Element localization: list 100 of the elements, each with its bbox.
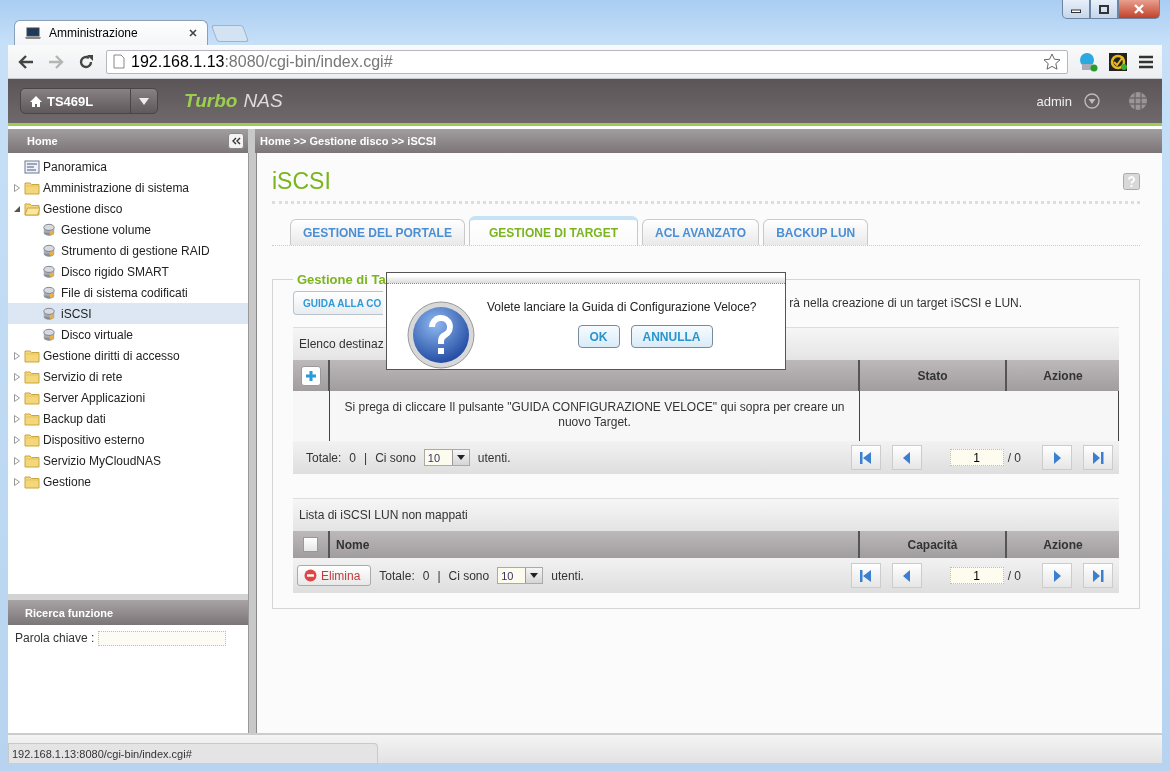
extension-icon[interactable] [1078,51,1098,72]
shield-check-icon[interactable] [1108,51,1128,72]
close-icon[interactable] [189,29,197,37]
breadcrumb: Home >> Gestione disco >> iSCSI [259,134,437,149]
sidebar-item[interactable]: Servizio di rete [8,366,248,387]
sidebar-item[interactable]: Disco rigido SMART [8,261,248,282]
sidebar-item[interactable]: iSCSI [8,303,248,324]
description-text: rà nella creazione di un target iSCSI e LUN. [789,296,1023,310]
next-page-icon [1051,568,1063,583]
expand-arrow-icon[interactable] [13,477,21,486]
expand-arrow-icon[interactable] [13,372,21,381]
unit-label: utenti. [477,450,511,465]
caret-icon [530,573,539,578]
expand-arrow-icon[interactable] [13,456,21,465]
next-page-button[interactable] [1042,445,1072,470]
sidebar-item[interactable]: Amministrazione di sistema [8,177,248,198]
sidebar-item[interactable]: Disco virtuale [8,324,248,345]
minimize-button[interactable] [1062,0,1090,19]
product-name: Turbo [184,90,238,112]
expand-arrow-icon[interactable] [13,435,21,444]
sidebar-item[interactable]: Dispositivo esterno [8,429,248,450]
expand-arrow-icon[interactable] [13,351,21,360]
disk-icon [41,264,57,279]
dropdown-circle-icon[interactable] [1084,93,1100,109]
folder-icon [24,369,40,384]
sidebar-item[interactable]: Gestione volume [8,219,248,240]
next-page-icon [1051,450,1063,465]
per-page-select[interactable]: 10 [497,567,544,584]
double-chevron-icon [231,137,241,145]
first-page-icon [859,568,872,583]
folder-icon [24,348,40,363]
back-button[interactable] [16,52,36,71]
table-title: Lista di iSCSI LUN non mappati [299,508,468,522]
disk-icon [41,306,57,321]
sidebar-item[interactable]: Panoramica [8,156,248,177]
collapse-arrow-icon[interactable] [13,204,21,213]
section-title: Gestione di Ta [296,272,387,287]
maximize-button[interactable] [1090,0,1118,19]
status-url: 192.168.1.13:8080/cgi-bin/index.cgi# [8,743,378,763]
column-header: Azione [1042,367,1084,385]
collapse-sidebar-button[interactable] [228,133,244,149]
folder-icon [24,180,40,195]
sidebar-item[interactable]: Server Applicazioni [8,387,248,408]
last-page-button[interactable] [1083,445,1113,470]
page-count: / 0 [1007,568,1021,583]
sidebar-item[interactable]: Gestione [8,471,248,492]
previous-page-button[interactable] [891,445,922,470]
keyword-label: Parola chiave : [15,631,95,645]
separator: | [437,568,441,583]
delete-button[interactable]: Elimina [297,565,372,586]
sidebar-item[interactable]: Gestione disco [8,198,248,219]
caret-icon [139,97,149,105]
address-bar[interactable]: 192.168.1.13:8080/cgi-bin/index.cgi# [106,49,1068,74]
dialog-message: Volete lanciare la Guida di Configurazione Veloce? [487,300,757,314]
star-icon[interactable] [1043,52,1061,71]
sidebar-item[interactable]: Strumento di gestione RAID [8,240,248,261]
expand-arrow-icon[interactable] [13,414,21,423]
first-page-button[interactable] [850,445,881,470]
folder-icon [24,474,40,489]
separator: | [364,450,368,465]
per-page-select[interactable]: 10 [423,449,470,466]
last-page-button[interactable] [1083,563,1113,588]
sidebar-title: Home [27,135,58,147]
no-entry-icon [304,569,317,582]
user-name[interactable]: admin [1036,93,1072,109]
close-button[interactable] [1118,0,1160,19]
page-field[interactable]: 1 [949,449,1004,466]
sidebar-item[interactable]: File di sistema codificati [8,282,248,303]
total-count: 0 [349,450,357,465]
sidebar-item[interactable]: Servizio MyCloudNAS [8,450,248,471]
globe-icon[interactable] [1128,91,1148,111]
browser-tab[interactable]: Amministrazione [14,20,208,45]
sidebar-item[interactable]: Gestione diritti di accesso [8,345,248,366]
next-page-button[interactable] [1042,563,1072,588]
reload-icon [78,53,94,70]
per-page-label: Ci sono [448,568,490,583]
page-title: iSCSI [272,168,331,195]
plus-icon [304,369,317,382]
menu-icon[interactable] [1138,54,1154,69]
expand-arrow-icon[interactable] [13,183,21,192]
column-header: Azione [1042,536,1084,554]
add-button[interactable] [300,365,321,386]
close-icon [1133,4,1145,14]
expand-arrow-icon[interactable] [13,393,21,402]
checkbox[interactable] [303,537,318,552]
sidebar-item[interactable]: Backup dati [8,408,248,429]
first-page-button[interactable] [850,563,881,588]
maximize-icon [1099,4,1109,14]
table-title: Elenco destinaz [299,337,384,351]
disk-icon [41,327,57,342]
per-page-label: Ci sono [375,450,416,465]
laptop-icon [25,26,41,40]
page-field[interactable]: 1 [949,567,1004,584]
page-icon [113,54,125,69]
device-menu-button[interactable]: TS469L [20,88,158,114]
help-icon[interactable] [1123,173,1140,190]
disk-icon [41,222,57,237]
first-page-icon [859,450,872,465]
keyword-field[interactable] [98,631,227,646]
previous-page-button[interactable] [891,563,922,588]
